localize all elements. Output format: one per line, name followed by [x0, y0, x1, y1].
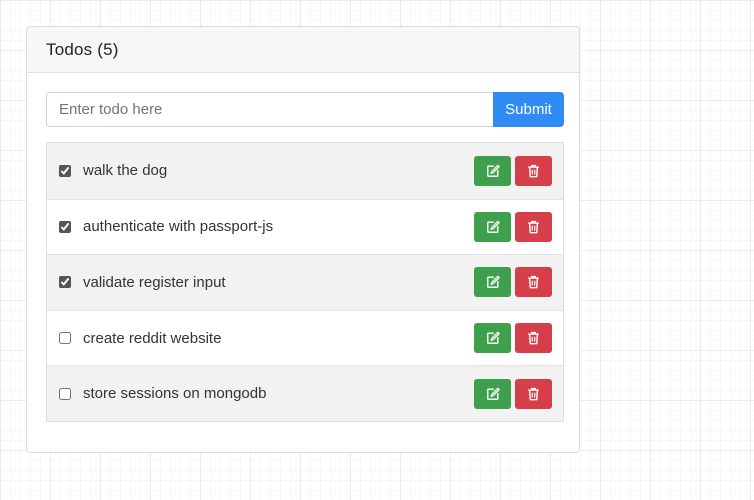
delete-button[interactable] [515, 155, 552, 186]
delete-button[interactable] [515, 378, 552, 409]
edit-icon [486, 387, 500, 400]
todo-text: validate register input [83, 273, 226, 291]
todo-item: create reddit website [47, 309, 563, 366]
todo-item: authenticate with passport-js [47, 198, 563, 255]
todo-checkbox[interactable] [59, 220, 71, 233]
trash-icon [528, 164, 539, 178]
edit-button[interactable] [474, 378, 511, 409]
todo-list: walk the dog authenticate with passport-… [46, 142, 564, 422]
edit-button[interactable] [474, 267, 511, 298]
todo-input[interactable] [46, 92, 493, 127]
page-title: Todos (5) [46, 40, 119, 59]
submit-button[interactable]: Submit [493, 92, 564, 127]
todo-checkbox[interactable] [59, 164, 71, 177]
delete-button[interactable] [515, 211, 552, 242]
edit-icon [486, 220, 500, 233]
edit-button[interactable] [474, 323, 511, 354]
trash-icon [528, 387, 539, 401]
todo-item: store sessions on mongodb [47, 365, 563, 421]
card-header: Todos (5) [27, 27, 579, 73]
delete-button[interactable] [515, 323, 552, 354]
trash-icon [528, 220, 539, 234]
todo-checkbox[interactable] [59, 332, 71, 345]
todo-text: create reddit website [83, 329, 222, 347]
todo-text: store sessions on mongodb [83, 385, 267, 403]
todo-text: walk the dog [83, 162, 168, 180]
edit-button[interactable] [474, 155, 511, 186]
todo-item: validate register input [47, 254, 563, 310]
todo-checkbox[interactable] [59, 387, 71, 400]
add-todo-form: Submit [46, 92, 564, 127]
todo-item: walk the dog [47, 143, 563, 199]
edit-icon [486, 276, 500, 289]
edit-icon [486, 164, 500, 177]
delete-button[interactable] [515, 267, 552, 298]
todo-checkbox[interactable] [59, 276, 71, 289]
edit-button[interactable] [474, 211, 511, 242]
edit-icon [486, 331, 500, 345]
todo-card: Todos (5) Submit walk the dog [26, 26, 580, 453]
todo-text: authenticate with passport-js [83, 218, 274, 236]
trash-icon [528, 276, 539, 289]
trash-icon [528, 331, 539, 345]
